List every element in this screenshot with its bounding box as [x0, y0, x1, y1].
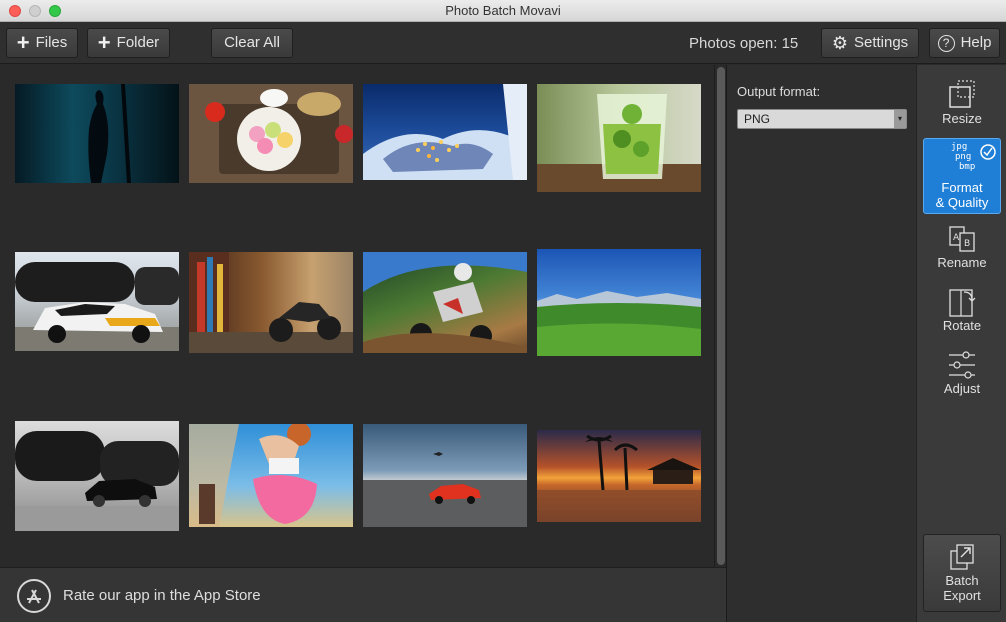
- batch-export-label-line2: Export: [943, 588, 981, 603]
- tool-adjust-label: Adjust: [943, 381, 981, 396]
- add-files-button[interactable]: + Files: [6, 28, 78, 58]
- woman-basketball-image: [189, 424, 317, 527]
- footer-bar: Rate our app in the App Store: [0, 567, 726, 622]
- tool-format-quality[interactable]: jpg png bmp Format & Quality: [923, 138, 1001, 214]
- tool-rename-label: Rename: [937, 255, 987, 270]
- batch-export-button[interactable]: Batch Export: [923, 534, 1001, 612]
- photo-thumbnail[interactable]: [363, 84, 527, 180]
- green-valley-image: [537, 291, 701, 356]
- batch-export-label-line1: Batch: [945, 573, 979, 588]
- settings-button[interactable]: ⚙ Settings: [821, 28, 919, 58]
- rally-car-train-image: [15, 262, 179, 351]
- photo-thumbnail[interactable]: [15, 421, 179, 531]
- photo-thumbnail[interactable]: [189, 252, 353, 353]
- photo-thumbnail[interactable]: [537, 84, 701, 192]
- tool-format-quality-label-line2: & Quality: [935, 195, 989, 210]
- motorcycle-graffiti-image: [189, 252, 353, 353]
- tool-resize[interactable]: Resize: [923, 79, 1001, 131]
- clear-all-label: Clear All: [224, 34, 280, 51]
- red-sports-car-image: [363, 452, 527, 527]
- format-quality-icon: jpg png bmp: [927, 142, 997, 180]
- title-bar: Photo Batch Movavi: [0, 0, 1006, 22]
- add-files-label: Files: [35, 34, 68, 51]
- sliders-icon: [949, 351, 975, 379]
- grid-scrollbar[interactable]: [714, 65, 726, 567]
- plus-icon: +: [97, 30, 111, 55]
- toolbar: + Files + Folder Clear All Photos open: …: [0, 22, 1006, 64]
- plus-icon: +: [16, 30, 30, 55]
- photo-thumbnail[interactable]: [15, 252, 179, 351]
- tool-rotate[interactable]: Rotate: [923, 286, 1001, 336]
- help-label: Help: [960, 34, 992, 51]
- photo-thumbnail[interactable]: [363, 252, 527, 353]
- photo-thumbnail[interactable]: [189, 424, 353, 527]
- add-folder-button[interactable]: + Folder: [87, 28, 170, 58]
- train-black-car-image: [15, 431, 179, 531]
- resize-icon: [949, 80, 975, 108]
- photo-thumbnail[interactable]: [363, 424, 527, 527]
- macarons-breakfast-image: [189, 84, 353, 183]
- rate-app-link[interactable]: Rate our app in the App Store: [63, 587, 261, 604]
- check-circle-icon: [980, 144, 996, 160]
- output-format-value: PNG: [744, 112, 771, 126]
- scrollbar-thumb[interactable]: [717, 67, 725, 565]
- help-icon: ?: [937, 34, 955, 52]
- add-folder-label: Folder: [116, 34, 160, 51]
- svg-text:A: A: [953, 233, 960, 243]
- tool-sidebar: Resize jpg png bmp Format & Quality A B …: [916, 65, 1006, 622]
- rotate-icon: [949, 289, 976, 317]
- photo-thumbnail[interactable]: [15, 84, 179, 183]
- tool-rename[interactable]: A B Rename: [923, 223, 1001, 273]
- photo-thumbnail[interactable]: [537, 249, 701, 356]
- app-store-icon[interactable]: [17, 579, 51, 613]
- settings-panel: Output format: PNG ▾: [726, 65, 916, 622]
- output-format-select[interactable]: PNG ▾: [737, 109, 907, 129]
- output-format-label: Output format:: [737, 84, 821, 99]
- rename-icon: A B: [949, 226, 975, 252]
- photos-open-count: Photos open: 15: [689, 35, 799, 52]
- help-button[interactable]: ? Help: [929, 28, 1000, 58]
- gear-icon: ⚙: [831, 33, 848, 53]
- export-icon: [950, 544, 974, 570]
- snowy-village-image: [363, 84, 527, 180]
- tool-rotate-label: Rotate: [942, 318, 982, 333]
- mojito-glass-image: [537, 94, 701, 192]
- clear-all-button[interactable]: Clear All: [211, 28, 293, 58]
- tropical-sunset-image: [537, 434, 701, 522]
- tool-adjust[interactable]: Adjust: [923, 349, 1001, 399]
- underwater-silhouette-image: [88, 84, 131, 183]
- photo-grid: [0, 65, 714, 567]
- photo-thumbnail[interactable]: [537, 430, 701, 522]
- tool-resize-label: Resize: [942, 111, 982, 126]
- motocross-rider-image: [363, 252, 527, 353]
- chevron-down-icon: ▾: [894, 110, 906, 128]
- photo-thumbnail[interactable]: [189, 84, 353, 183]
- window-title: Photo Batch Movavi: [445, 3, 561, 18]
- svg-text:B: B: [964, 239, 970, 249]
- tool-format-quality-label-line1: Format: [941, 180, 983, 195]
- settings-label: Settings: [853, 34, 909, 51]
